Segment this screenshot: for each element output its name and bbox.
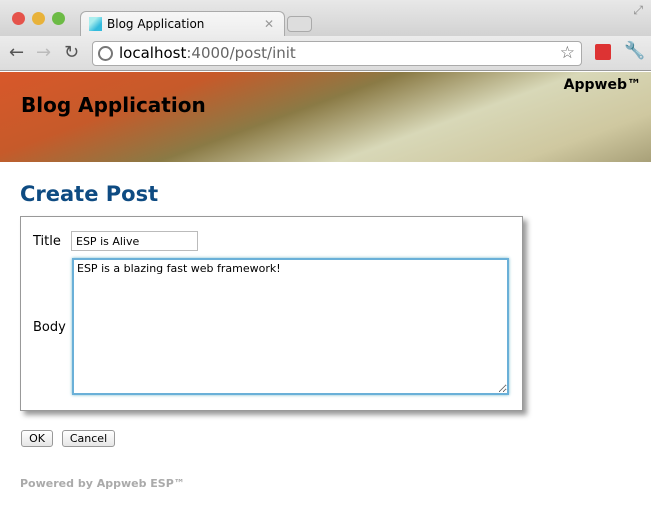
brand-label: Appweb™ <box>563 77 641 93</box>
bookmark-star-icon[interactable]: ☆ <box>560 42 575 65</box>
new-tab-button[interactable] <box>287 16 312 32</box>
forward-icon[interactable]: → <box>36 42 51 63</box>
tab-bar: Blog Application ✕ ⤢ <box>0 0 651 37</box>
body-label: Body <box>33 320 66 335</box>
globe-icon <box>98 46 113 61</box>
ok-button[interactable]: OK <box>21 430 53 447</box>
back-icon[interactable]: ← <box>9 42 24 63</box>
app-title: Blog Application <box>21 93 206 117</box>
title-label: Title <box>33 234 61 249</box>
header-banner: Blog Application Appweb™ <box>0 72 651 162</box>
reload-icon[interactable]: ↻ <box>64 42 79 63</box>
post-form: Title Body ESP is a blazing fast web fra… <box>20 216 523 411</box>
page-title: Create Post <box>20 182 159 206</box>
extension-icon[interactable] <box>595 44 611 60</box>
fullscreen-icon[interactable]: ⤢ <box>633 3 643 18</box>
url-host: localhost <box>119 44 187 62</box>
zoom-window-button[interactable] <box>52 12 65 25</box>
wrench-icon[interactable]: 🔧 <box>624 41 645 61</box>
toolbar: ← → ↻ localhost:4000/post/init ☆ 🔧 <box>0 36 651 71</box>
footer-text: Powered by Appweb ESP™ <box>20 477 185 490</box>
close-window-button[interactable] <box>12 12 25 25</box>
address-bar[interactable]: localhost:4000/post/init ☆ <box>92 41 582 66</box>
close-tab-icon[interactable]: ✕ <box>264 12 274 36</box>
url-path: :4000/post/init <box>186 44 296 62</box>
tab-blog-application[interactable]: Blog Application ✕ <box>80 11 285 37</box>
title-input[interactable] <box>71 231 198 251</box>
minimize-window-button[interactable] <box>32 12 45 25</box>
tab-title: Blog Application <box>107 17 205 31</box>
body-textarea[interactable]: ESP is a blazing fast web framework! <box>72 258 509 395</box>
cancel-button[interactable]: Cancel <box>62 430 115 447</box>
favicon-icon <box>89 17 102 31</box>
